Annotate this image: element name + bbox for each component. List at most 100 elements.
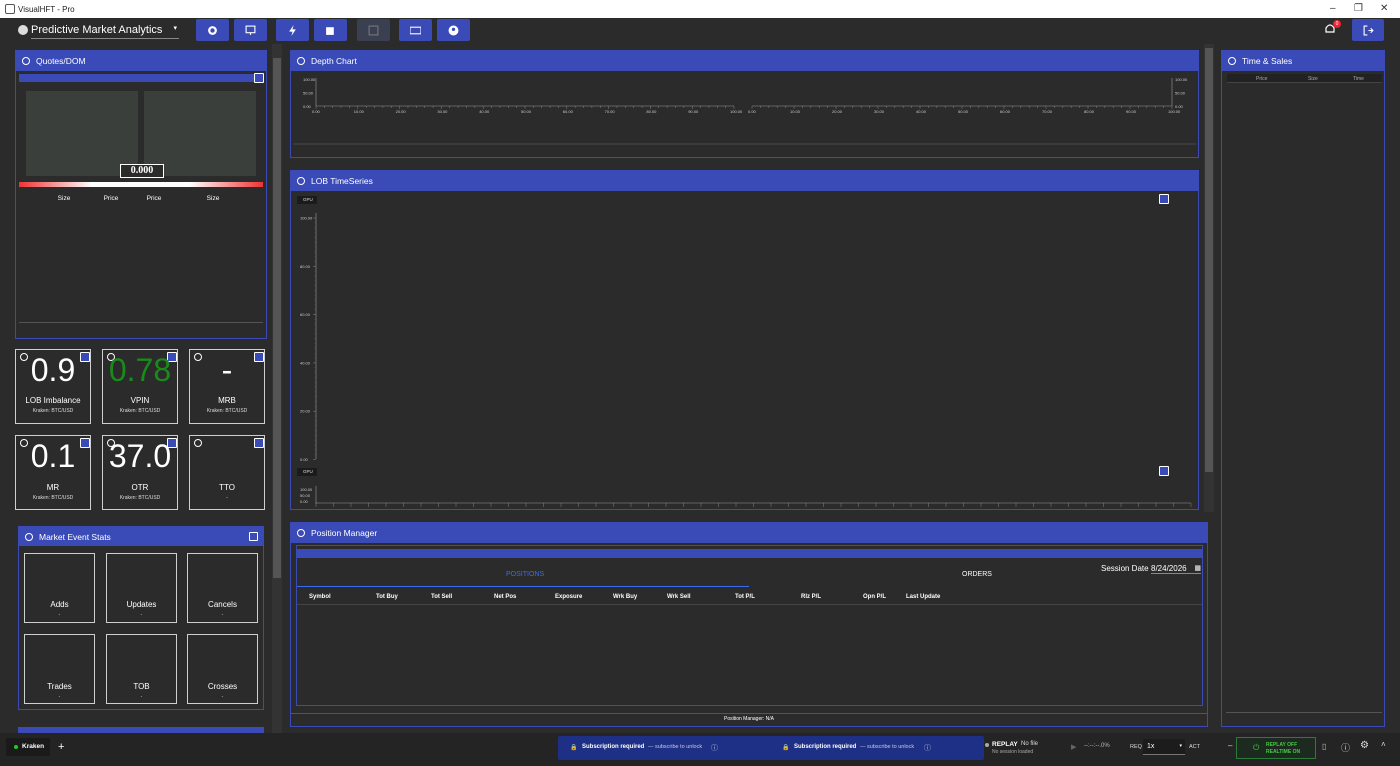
left-scrollbar[interactable] [272, 44, 282, 733]
tab-orders[interactable]: ORDERS [962, 571, 992, 578]
gear-icon[interactable] [194, 439, 202, 447]
info-icon[interactable]: ⓘ [711, 743, 718, 753]
gear-icon[interactable] [297, 177, 305, 185]
mes-adds[interactable]: Adds - [24, 553, 95, 623]
settings-gear-icon[interactable]: ⚙ [1360, 740, 1369, 751]
lightning-button[interactable] [276, 19, 309, 41]
account-button[interactable] [437, 19, 470, 41]
mes-title: Market Event Stats [39, 531, 111, 542]
calendar-icon[interactable]: ▦ [1194, 564, 1201, 572]
col-tot-buy[interactable]: Tot Buy [376, 594, 398, 600]
popout-icon[interactable] [254, 73, 264, 83]
study-card-lob-imbalance[interactable]: 0.9 LOB Imbalance Kraken: BTC/USD [15, 349, 91, 424]
speed-select[interactable]: 1x ▾ [1143, 739, 1185, 755]
study-card-otr[interactable]: 37.0 OTR Kraken: BTC/USD [102, 435, 178, 510]
study-card-mrb[interactable]: - MRB Kraken: BTC/USD [189, 349, 265, 424]
mes-sub: - [140, 694, 143, 700]
bookmark-icon[interactable]: ▯ [1322, 742, 1326, 751]
gear-icon[interactable] [297, 529, 305, 537]
y-tick-label: 0.00 [300, 457, 309, 462]
mes-label: Updates [126, 600, 157, 609]
mes-tob[interactable]: TOB - [106, 634, 177, 704]
study-sub: Kraken: BTC/USD [32, 408, 74, 414]
col-size[interactable]: Size [1308, 76, 1318, 82]
x-tick-label: 20.00 [832, 109, 843, 114]
replay-off-label: REPLAY OFF [1266, 742, 1298, 748]
close-button[interactable]: ✕ [1380, 3, 1388, 14]
y2-tick-label: 0.00 [300, 499, 309, 504]
chart-icon[interactable] [254, 438, 264, 448]
col-price[interactable]: Price [1256, 76, 1267, 82]
col-symbol[interactable]: Symbol [309, 594, 331, 600]
gear-icon[interactable] [1228, 57, 1236, 65]
session-date-picker[interactable]: 8/24/2026 ▦ [1151, 564, 1201, 574]
add-tab-button[interactable]: + [58, 741, 64, 753]
y2-tick-label: 100.00 [300, 487, 313, 492]
scroll-thumb[interactable] [273, 58, 281, 578]
mes-label: Adds [50, 600, 69, 609]
info-icon-2[interactable]: ⓘ [924, 743, 931, 753]
gear-icon [208, 25, 217, 35]
study-card-vpin[interactable]: 0.78 VPIN Kraken: BTC/USD [102, 349, 178, 424]
logout-button[interactable] [1352, 19, 1384, 41]
mes-updates[interactable]: Updates - [106, 553, 177, 623]
gear-icon[interactable] [22, 57, 30, 65]
notifications-button[interactable]: 0 [1323, 20, 1341, 41]
col-tot-sell[interactable]: Tot Sell [431, 594, 452, 600]
col-tot-pl[interactable]: Tot P/L [735, 594, 755, 600]
replay-realtime-toggle[interactable]: ⏻ REPLAY OFF REALTIME ON [1236, 737, 1316, 759]
monitor-button[interactable] [234, 19, 267, 41]
col-last-update[interactable]: Last Update [906, 594, 940, 600]
y-tick-label: 0.00 [303, 104, 312, 109]
scroll-thumb[interactable] [1205, 48, 1213, 472]
tab-positions[interactable]: POSITIONS [506, 571, 544, 578]
workspace-select[interactable]: Predictive Market Analytics ▾ [31, 24, 179, 39]
col-wrk-sell[interactable]: Wrk Sell [667, 594, 691, 600]
x-tick-label: 50.00 [521, 109, 532, 114]
replay-dot-icon [985, 743, 989, 747]
mes-cancels[interactable]: Cancels - [187, 553, 258, 623]
ts-title: Time & Sales [1242, 56, 1293, 66]
col-rlz-pl[interactable]: Rlz P/L [801, 594, 821, 600]
mes-sub: - [58, 694, 61, 700]
chart-icon[interactable] [249, 532, 258, 541]
gear-icon[interactable] [297, 57, 305, 65]
analytics-button[interactable] [357, 19, 390, 41]
col-time[interactable]: Time [1353, 76, 1364, 82]
quotes-dom-panel: Quotes/DOM 0.000 Size Price Price Size [15, 50, 267, 339]
study-value: 0.1 [30, 438, 76, 474]
act-label: ACT [1189, 744, 1200, 750]
col-exposure[interactable]: Exposure [555, 594, 582, 600]
y-tick-label: 60.00 [300, 312, 311, 317]
plugins-button[interactable] [314, 19, 347, 41]
position-manager-panel: Position Manager POSITIONS ORDERS Sessio… [290, 522, 1208, 727]
brain-icon [18, 25, 28, 35]
mes-trades[interactable]: Trades - [24, 634, 95, 704]
chevron-up-icon[interactable]: ˄ [1381, 740, 1386, 749]
tab-kraken[interactable]: Kraken [6, 738, 50, 756]
mes-crosses[interactable]: Crosses - [187, 634, 258, 704]
study-card-mr[interactable]: 0.1 MR Kraken: BTC/USD [15, 435, 91, 510]
subscription-notice-2[interactable]: Subscription required [794, 744, 856, 750]
keyboard-button[interactable] [399, 19, 432, 41]
restore-button[interactable]: ❐ [1354, 3, 1363, 14]
gear-icon[interactable] [25, 532, 33, 541]
keyboard-icon [410, 26, 421, 34]
settings-button[interactable] [196, 19, 229, 41]
x-tick-label: 50.00 [958, 109, 969, 114]
col-opn-pl[interactable]: Opn P/L [863, 594, 886, 600]
subscription-notice-1[interactable]: Subscription required [582, 744, 644, 750]
mes-sub: - [140, 612, 143, 618]
x-tick-label: 80.00 [646, 109, 657, 114]
minimize-button[interactable]: – [1330, 3, 1336, 14]
col-net-pos[interactable]: Net Pos [494, 594, 516, 600]
col-wrk-buy[interactable]: Wrk Buy [613, 594, 637, 600]
study-card-tto[interactable]: TTO - [189, 435, 265, 510]
spread-bar [19, 182, 263, 187]
collapse-button[interactable]: – [1228, 741, 1232, 750]
info-circle-icon[interactable]: ⓘ [1341, 741, 1350, 754]
market-event-stats-panel: Market Event Stats Adds - Updates - Cancel… [18, 526, 264, 710]
center-scrollbar[interactable] [1204, 44, 1214, 512]
pm-bar [297, 549, 1202, 558]
play-icon[interactable]: ▶ [1071, 743, 1076, 751]
